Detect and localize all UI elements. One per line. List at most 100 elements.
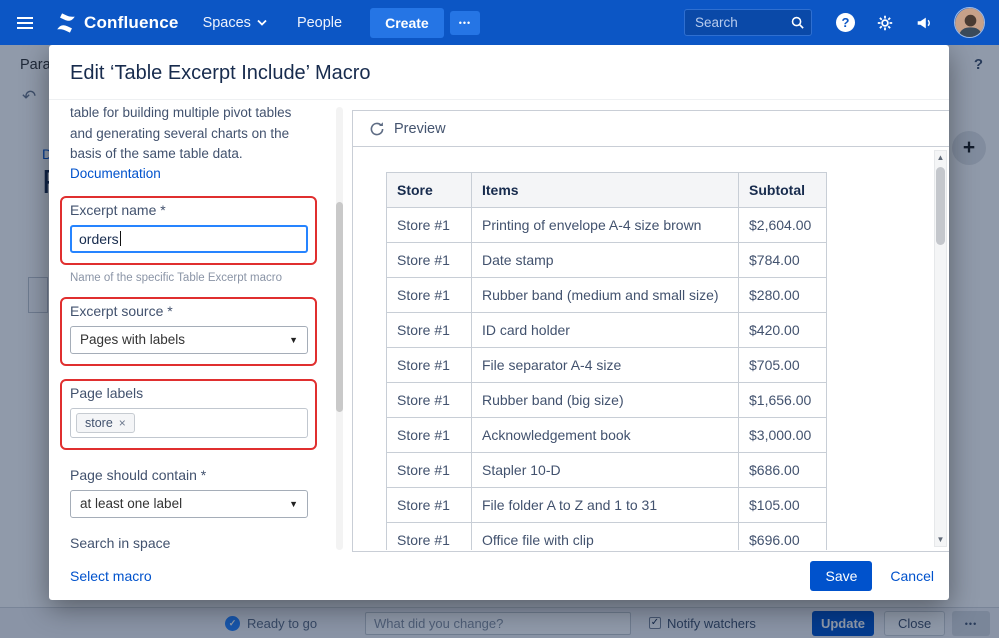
table-row: Store #1 ID card holder $420.00 — [386, 312, 827, 348]
nav-spaces-label: Spaces — [202, 14, 251, 31]
page-labels-input[interactable]: store × — [70, 407, 308, 438]
page-should-contain-value: at least one label — [80, 496, 183, 512]
table-cell: $784.00 — [738, 242, 827, 278]
form-scrollbar[interactable] — [336, 107, 343, 550]
person-icon — [955, 8, 984, 37]
table-cell: Store #1 — [386, 347, 472, 383]
macro-description: table for building multiple pivot tables… — [70, 105, 292, 162]
table-row: Store #1 Acknowledgement book $3,000.00 — [386, 417, 827, 453]
dialog-title: Edit ‘Table Excerpt Include’ Macro — [70, 62, 371, 84]
scroll-down-icon[interactable]: ▼ — [935, 533, 946, 546]
user-avatar[interactable] — [954, 7, 985, 38]
table-cell: Store #1 — [386, 277, 472, 313]
preview-body: Store Items Subtotal Store #1 Printing of… — [353, 147, 949, 550]
hamburger-menu-icon[interactable] — [17, 16, 39, 29]
dialog-footer: Select macro Save Cancel — [49, 552, 949, 600]
excerpt-source-value: Pages with labels — [80, 332, 186, 348]
top-navbar: Confluence Spaces People Create ••• ? — [0, 0, 999, 45]
table-cell: $3,000.00 — [738, 417, 827, 453]
table-cell: $686.00 — [738, 452, 827, 488]
scrollbar-thumb[interactable] — [936, 167, 945, 245]
table-cell: Store #1 — [386, 487, 472, 523]
table-cell: Store #1 — [386, 522, 472, 550]
excerpt-name-helper: Name of the specific Table Excerpt macro — [70, 271, 282, 284]
table-cell: Stapler 10-D — [471, 452, 739, 488]
excerpt-source-select[interactable]: Pages with labels ▼ — [70, 325, 308, 354]
table-cell: Store #1 — [386, 382, 472, 418]
cancel-link[interactable]: Cancel — [890, 568, 934, 584]
excerpt-name-value: orders — [79, 230, 119, 247]
form-scrollbar-thumb[interactable] — [336, 202, 343, 412]
search-icon[interactable] — [790, 15, 805, 30]
preview-panel: Preview Store Items Subtotal Store #1 Pri… — [352, 110, 949, 552]
excerpt-source-label: Excerpt source * — [70, 302, 173, 319]
table-cell: $2,604.00 — [738, 207, 827, 243]
label-chip: store × — [76, 412, 135, 433]
table-cell: ID card holder — [471, 312, 739, 348]
dropdown-arrow-icon: ▼ — [289, 498, 298, 509]
page-should-contain-label: Page should contain * — [70, 466, 207, 483]
table-row: Store #1 Stapler 10-D $686.00 — [386, 452, 827, 488]
table-cell: $280.00 — [738, 277, 827, 313]
megaphone-icon[interactable] — [915, 14, 933, 32]
label-chip-text: store — [85, 415, 113, 430]
save-button[interactable]: Save — [810, 561, 873, 591]
global-search — [684, 9, 812, 36]
table-row: Store #1 Rubber band (medium and small si… — [386, 277, 827, 313]
table-cell: Acknowledgement book — [471, 417, 739, 453]
select-macro-link[interactable]: Select macro — [70, 568, 152, 584]
table-cell: Store #1 — [386, 242, 472, 278]
table-row: Store #1 Office file with clip $696.00 — [386, 522, 827, 550]
table-cell: $705.00 — [738, 347, 827, 383]
table-cell: Date stamp — [471, 242, 739, 278]
scroll-up-icon[interactable]: ▲ — [935, 151, 946, 164]
table-row: Store #1 Rubber band (big size) $1,656.00 — [386, 382, 827, 418]
nav-spaces[interactable]: Spaces — [203, 15, 267, 31]
macro-parameters-panel: table for building multiple pivot tables… — [49, 101, 352, 552]
page-should-contain-select[interactable]: at least one label ▼ — [70, 489, 308, 518]
preview-table-body: Store #1 Printing of envelope A-4 size br… — [386, 207, 827, 550]
refresh-icon[interactable] — [369, 121, 385, 137]
documentation-link[interactable]: Documentation — [70, 166, 161, 181]
chip-remove-icon[interactable]: × — [119, 416, 126, 430]
navbar-icon-group: ? — [836, 7, 985, 38]
table-cell: Store #1 — [386, 312, 472, 348]
table-cell: File separator A-4 size — [471, 347, 739, 383]
excerpt-name-input[interactable]: orders — [70, 224, 308, 253]
table-cell: $105.00 — [738, 487, 827, 523]
page-labels-group: Page labels store × — [60, 378, 317, 450]
table-cell: Store #1 — [386, 207, 472, 243]
dialog-header: Edit ‘Table Excerpt Include’ Macro — [49, 45, 949, 100]
question-glyph: ? — [841, 15, 850, 30]
page-labels-label: Page labels — [70, 384, 144, 401]
table-cell: Printing of envelope A-4 size brown — [471, 207, 739, 243]
help-icon[interactable]: ? — [836, 13, 855, 32]
column-header-store: Store — [386, 172, 472, 208]
table-row: Store #1 Date stamp $784.00 — [386, 242, 827, 278]
confluence-logo[interactable]: Confluence — [55, 12, 179, 34]
preview-title: Preview — [394, 120, 446, 137]
create-more-button[interactable]: ••• — [449, 10, 481, 35]
excerpt-source-group: Excerpt source * Pages with labels ▼ — [60, 296, 317, 366]
nav-people[interactable]: People — [297, 15, 342, 31]
search-in-space-group: Search in space — [70, 535, 310, 552]
preview-scrollbar[interactable]: ▲ ▼ — [934, 150, 947, 547]
settings-gear-icon[interactable] — [876, 14, 894, 32]
preview-table: Store Items Subtotal Store #1 Printing of… — [386, 172, 827, 550]
table-cell: Store #1 — [386, 452, 472, 488]
text-cursor — [119, 231, 122, 247]
chevron-down-icon — [257, 19, 267, 26]
confluence-logo-icon — [57, 12, 75, 33]
dropdown-arrow-icon: ▼ — [289, 334, 298, 345]
table-cell: $1,656.00 — [738, 382, 827, 418]
edit-macro-dialog: Edit ‘Table Excerpt Include’ Macro table… — [49, 45, 949, 600]
create-button[interactable]: Create — [370, 7, 444, 38]
confluence-logo-text: Confluence — [84, 12, 179, 32]
table-cell: Rubber band (medium and small size) — [471, 277, 739, 313]
table-cell: Store #1 — [386, 417, 472, 453]
excerpt-name-label: Excerpt name * — [70, 201, 166, 218]
table-cell: File folder A to Z and 1 to 31 — [471, 487, 739, 523]
table-cell: $420.00 — [738, 312, 827, 348]
table-cell: Rubber band (big size) — [471, 382, 739, 418]
table-cell: $696.00 — [738, 522, 827, 550]
